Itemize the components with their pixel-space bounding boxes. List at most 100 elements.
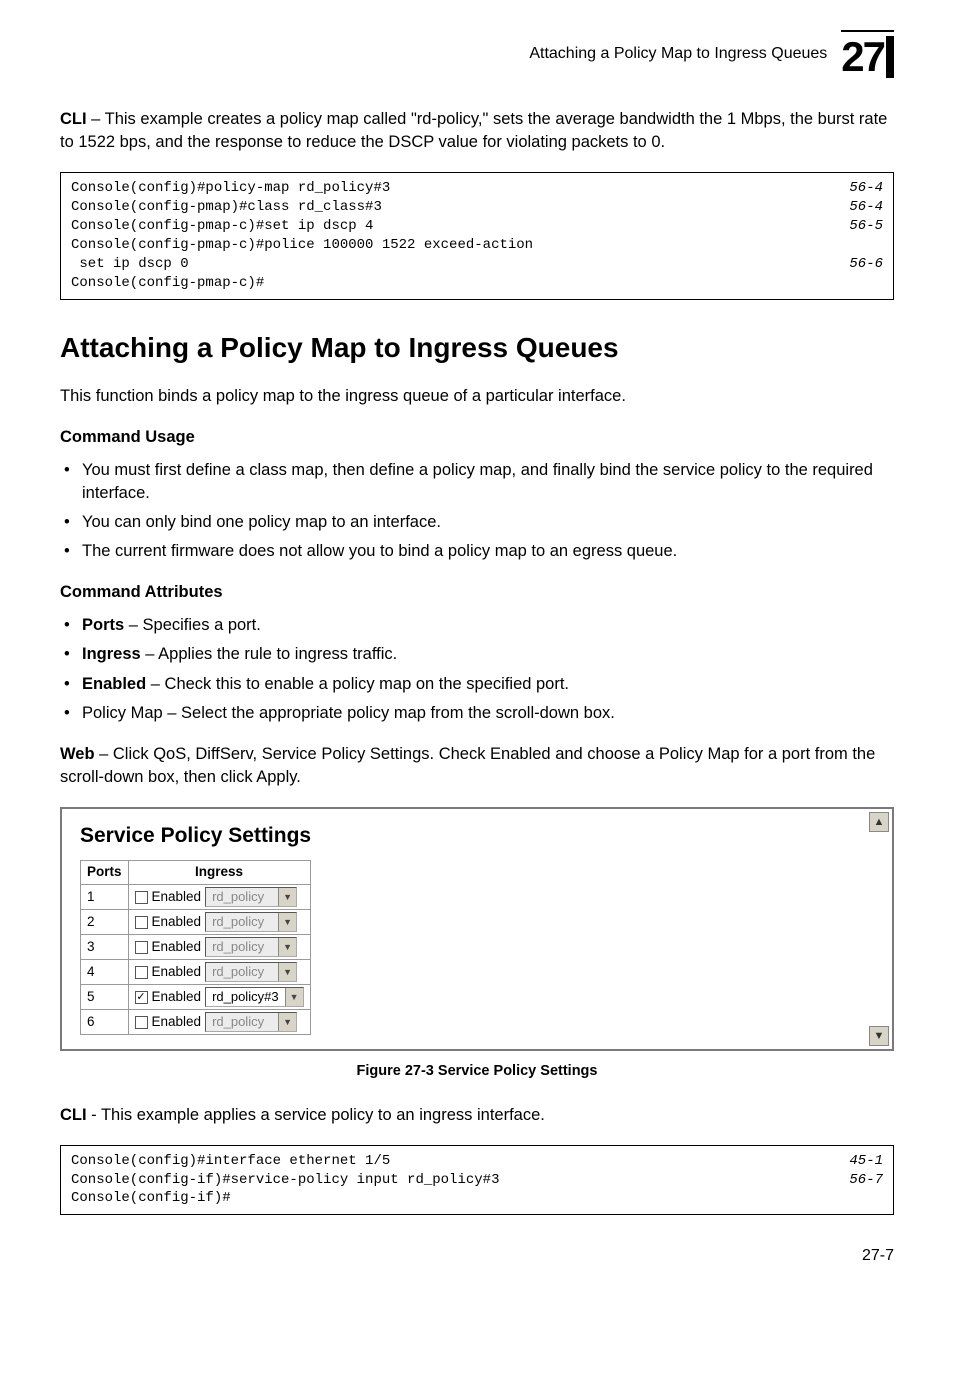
running-title: Attaching a Policy Map to Ingress Queues <box>529 43 827 65</box>
scroll-down-icon[interactable]: ▼ <box>869 1026 889 1046</box>
cli2-label: CLI <box>60 1106 87 1124</box>
list-item: The current firmware does not allow you … <box>60 540 894 563</box>
attr-desc: – Check this to enable a policy map on t… <box>146 675 569 693</box>
code-command: Console(config-pmap-c)# <box>71 274 264 293</box>
policy-select-value: rd_policy <box>206 938 278 956</box>
policy-select: rd_policy▼ <box>205 912 297 932</box>
code-line: Console(config-pmap-c)#police 100000 152… <box>71 236 883 255</box>
code-block-1: Console(config)#policy-map rd_policy#3 56… <box>60 172 894 299</box>
enabled-label: Enabled <box>152 963 202 982</box>
table-row: 1Enabledrd_policy▼ <box>81 885 311 910</box>
enabled-label: Enabled <box>152 888 202 907</box>
code-line: set ip dscp 0 56-6 <box>71 255 883 274</box>
port-cell: 3 <box>81 935 129 960</box>
policy-select: rd_policy▼ <box>205 1012 297 1032</box>
policy-select[interactable]: rd_policy#3▼ <box>205 987 304 1007</box>
ingress-cell: Enabledrd_policy▼ <box>128 885 310 910</box>
ingress-cell: Enabledrd_policy▼ <box>128 960 310 985</box>
port-cell: 1 <box>81 885 129 910</box>
attributes-list: Ports – Specifies a port. Ingress – Appli… <box>60 614 894 724</box>
enabled-checkbox[interactable] <box>135 891 148 904</box>
code-command: Console(config)#policy-map rd_policy#3 <box>71 179 390 198</box>
code-ref: 56-4 <box>849 179 883 198</box>
code-ref: 56-6 <box>849 255 883 274</box>
cli-intro-paragraph: CLI – This example creates a policy map … <box>60 108 894 154</box>
chevron-down-icon: ▼ <box>278 963 296 981</box>
command-attributes-heading: Command Attributes <box>60 581 894 604</box>
chapter-badge: 27 <box>841 30 894 78</box>
table-row: 6Enabledrd_policy▼ <box>81 1010 311 1035</box>
policy-select: rd_policy▼ <box>205 937 297 957</box>
usage-list: You must first define a class map, then … <box>60 459 894 563</box>
attr-term: Ingress <box>82 645 141 663</box>
cli-intro-text: – This example creates a policy map call… <box>60 110 887 151</box>
code-ref: 45-1 <box>849 1152 883 1171</box>
col-ports: Ports <box>81 861 129 885</box>
code-command: Console(config-pmap-c)#police 100000 152… <box>71 236 533 255</box>
list-item: Ingress – Applies the rule to ingress tr… <box>60 643 894 666</box>
attr-term: Ports <box>82 616 124 634</box>
table-row: 5Enabledrd_policy#3▼ <box>81 985 311 1010</box>
code-line: Console(config-pmap-c)#set ip dscp 4 56-5 <box>71 217 883 236</box>
ingress-cell: Enabledrd_policy▼ <box>128 935 310 960</box>
port-cell: 2 <box>81 910 129 935</box>
code-line: Console(config)#policy-map rd_policy#3 56… <box>71 179 883 198</box>
code-line: Console(config-pmap)#class rd_class#3 56-… <box>71 198 883 217</box>
code-command: Console(config-pmap)#class rd_class#3 <box>71 198 382 217</box>
port-cell: 4 <box>81 960 129 985</box>
chevron-down-icon[interactable]: ▼ <box>285 988 303 1006</box>
command-usage-heading: Command Usage <box>60 426 894 449</box>
port-cell: 5 <box>81 985 129 1010</box>
attr-desc: – Specifies a port. <box>124 616 261 634</box>
code-ref: 56-4 <box>849 198 883 217</box>
table-row: 4Enabledrd_policy▼ <box>81 960 311 985</box>
chevron-down-icon: ▼ <box>278 913 296 931</box>
enabled-checkbox[interactable] <box>135 1016 148 1029</box>
policy-select-value: rd_policy <box>206 888 278 906</box>
code-command: set ip dscp 0 <box>71 255 189 274</box>
enabled-checkbox[interactable] <box>135 941 148 954</box>
chevron-down-icon: ▼ <box>278 938 296 956</box>
enabled-checkbox[interactable] <box>135 991 148 1004</box>
ingress-cell: Enabledrd_policy#3▼ <box>128 985 310 1010</box>
table-row: 2Enabledrd_policy▼ <box>81 910 311 935</box>
table-row: 3Enabledrd_policy▼ <box>81 935 311 960</box>
chevron-down-icon: ▼ <box>278 888 296 906</box>
code-command: Console(config)#interface ethernet 1/5 <box>71 1152 390 1171</box>
page-number: 27-7 <box>60 1245 894 1267</box>
service-policy-screenshot: ▲ ▼ Service Policy Settings Ports Ingres… <box>60 807 894 1051</box>
scroll-up-icon[interactable]: ▲ <box>869 812 889 832</box>
chevron-down-icon: ▼ <box>278 1013 296 1031</box>
enabled-label: Enabled <box>152 938 202 957</box>
code-command: Console(config-if)# <box>71 1189 231 1208</box>
chapter-number: 27 <box>841 36 884 78</box>
code-command: Console(config-if)#service-policy input … <box>71 1171 499 1190</box>
web-label: Web <box>60 745 95 763</box>
enabled-checkbox[interactable] <box>135 916 148 929</box>
enabled-label: Enabled <box>152 1013 202 1032</box>
enabled-label: Enabled <box>152 913 202 932</box>
ingress-cell: Enabledrd_policy▼ <box>128 910 310 935</box>
cli2-text: - This example applies a service policy … <box>87 1106 545 1124</box>
col-ingress: Ingress <box>128 861 310 885</box>
policy-select-value: rd_policy <box>206 963 278 981</box>
list-item: Policy Map – Select the appropriate poli… <box>60 702 894 725</box>
enabled-checkbox[interactable] <box>135 966 148 979</box>
web-paragraph: Web – Click QoS, DiffServ, Service Polic… <box>60 743 894 789</box>
code-line: Console(config-if)# <box>71 1189 883 1208</box>
page-header: Attaching a Policy Map to Ingress Queues… <box>60 30 894 78</box>
code-line: Console(config-pmap-c)# <box>71 274 883 293</box>
code-command: Console(config-pmap-c)#set ip dscp 4 <box>71 217 373 236</box>
service-policy-table: Ports Ingress 1Enabledrd_policy▼2Enabled… <box>80 860 311 1035</box>
figure-caption: Figure 27-3 Service Policy Settings <box>60 1061 894 1081</box>
policy-select-value: rd_policy <box>206 913 278 931</box>
cli2-paragraph: CLI - This example applies a service pol… <box>60 1104 894 1127</box>
ingress-cell: Enabledrd_policy▼ <box>128 1010 310 1035</box>
code-line: Console(config)#interface ethernet 1/5 45… <box>71 1152 883 1171</box>
list-item: Enabled – Check this to enable a policy … <box>60 673 894 696</box>
web-text: – Click QoS, DiffServ, Service Policy Se… <box>60 745 875 786</box>
policy-select-value: rd_policy#3 <box>206 988 285 1006</box>
code-ref: 56-5 <box>849 217 883 236</box>
list-item: Ports – Specifies a port. <box>60 614 894 637</box>
panel-title: Service Policy Settings <box>80 821 866 850</box>
